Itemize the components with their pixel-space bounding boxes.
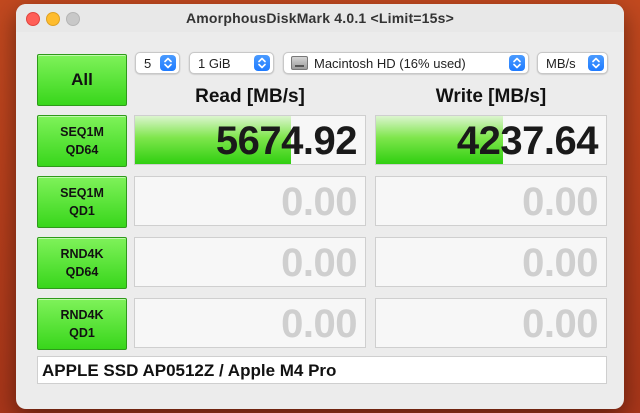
row-label-line1: RND4K — [60, 308, 104, 322]
result-value: 0.00 — [281, 302, 357, 346]
row-label-line1: SEQ1M — [60, 125, 104, 139]
row-label-line2: QD64 — [65, 265, 99, 279]
result-write-rnd4k-qd1: 0.00 — [375, 298, 607, 348]
result-read-seq1m-qd64: 5674.92 — [134, 115, 366, 165]
row-label-line2: QD1 — [69, 326, 95, 340]
window-title: AmorphousDiskMark 4.0.1 <Limit=15s> — [185, 10, 455, 26]
result-read-rnd4k-qd64: 0.00 — [134, 237, 366, 287]
run-all-button[interactable]: All — [37, 54, 127, 106]
test-size-value: 1 GiB — [198, 56, 231, 71]
write-column-header: Write [MB/s] — [435, 86, 547, 107]
result-read-rnd4k-qd1: 0.00 — [134, 298, 366, 348]
chevron-updown-icon — [254, 55, 270, 71]
row-label-line1: SEQ1M — [60, 186, 104, 200]
test-button-rnd4k-qd1[interactable]: RND4K QD1 — [37, 298, 127, 350]
result-value: 4237.64 — [456, 119, 599, 163]
result-read-seq1m-qd1: 0.00 — [134, 176, 366, 226]
chevron-updown-icon — [160, 55, 176, 71]
test-count-value: 5 — [144, 56, 152, 71]
test-button-seq1m-qd1[interactable]: SEQ1M QD1 — [37, 176, 127, 228]
read-column-header: Read [MB/s] — [195, 86, 305, 107]
result-write-seq1m-qd64: 4237.64 — [375, 115, 607, 165]
title-bar[interactable]: AmorphousDiskMark 4.0.1 <Limit=15s> — [16, 4, 624, 32]
result-value: 0.00 — [281, 180, 357, 224]
device-info-text: APPLE SSD AP0512Z / Apple M4 Pro — [42, 361, 337, 380]
result-value: 0.00 — [522, 302, 598, 346]
result-value: 5674.92 — [215, 119, 358, 163]
hard-drive-icon — [291, 56, 308, 70]
target-disk-select[interactable]: Macintosh HD (16% used) — [283, 52, 529, 74]
chevron-updown-icon — [509, 55, 525, 71]
chevron-updown-icon — [588, 55, 604, 71]
target-disk-value: Macintosh HD (16% used) — [314, 56, 466, 71]
row-label-line2: QD1 — [69, 204, 95, 218]
result-write-rnd4k-qd64: 0.00 — [375, 237, 607, 287]
result-value: 0.00 — [522, 241, 598, 285]
unit-value: MB/s — [546, 56, 576, 71]
unit-select[interactable]: MB/s — [537, 52, 608, 74]
row-label-line2: QD64 — [65, 143, 99, 157]
device-info-field[interactable]: APPLE SSD AP0512Z / Apple M4 Pro — [37, 356, 607, 384]
result-write-seq1m-qd1: 0.00 — [375, 176, 607, 226]
row-label-line1: RND4K — [60, 247, 104, 261]
test-count-select[interactable]: 5 — [135, 52, 180, 74]
test-button-seq1m-qd64[interactable]: SEQ1M QD64 — [37, 115, 127, 167]
test-button-rnd4k-qd64[interactable]: RND4K QD64 — [37, 237, 127, 289]
result-value: 0.00 — [522, 180, 598, 224]
test-size-select[interactable]: 1 GiB — [189, 52, 274, 74]
result-value: 0.00 — [281, 241, 357, 285]
app-window: AmorphousDiskMark 4.0.1 <Limit=15s> All … — [16, 4, 624, 409]
